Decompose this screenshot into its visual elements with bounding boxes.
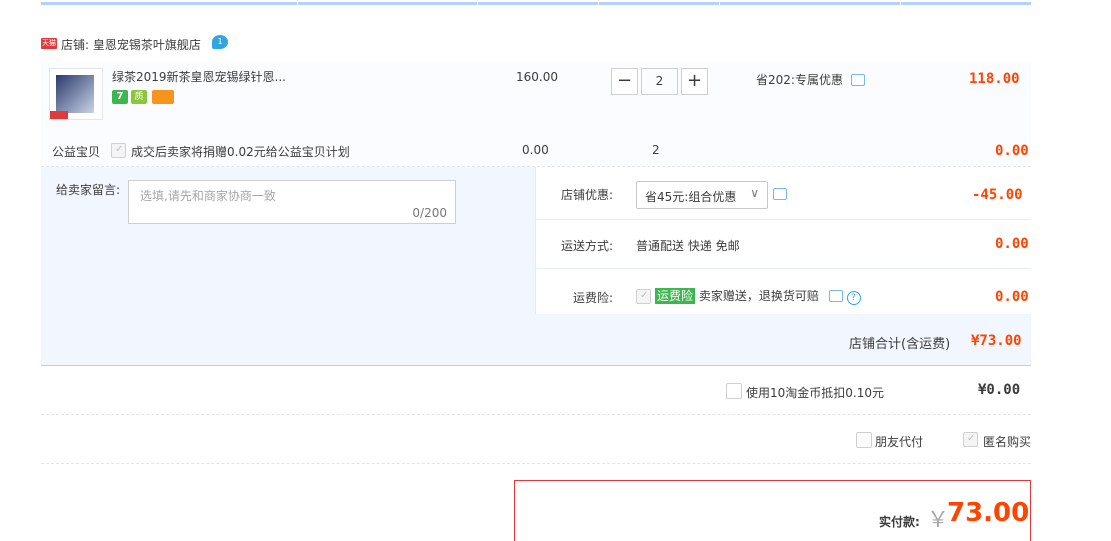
currency-symbol: ￥ [927,508,950,533]
anonymous-label: 匿名购买 [983,435,1032,449]
wangwang-chat-icon[interactable]: 1 [212,35,228,49]
shop-discount-value: 省45元:组合优惠 [645,190,737,204]
product-title-link[interactable]: 绿茶2019新茶皇恩宠锡绿针恩... [112,68,286,85]
anonymous-checkbox[interactable]: ✓ [963,432,978,447]
shipping-value: 普通配送 快递 免邮 [636,239,740,253]
insurance-info: 运费险 卖家赠送，退换货可赔 ? [655,287,861,305]
divider [41,414,1031,416]
charity-quantity: 2 [652,143,660,157]
unit-price: 160.00 [516,70,558,84]
shop-discount-amount: -45.00 [972,187,1023,203]
comment-icon[interactable] [773,188,787,200]
promo-info: 省202:专属优惠 [756,71,865,88]
tmall-icon: 天猫 [41,38,57,49]
shop-name-link[interactable]: 店铺: 皇恩宠锡茶叶旗舰店 [61,36,201,53]
decrease-button[interactable]: − [611,68,638,95]
divider [535,268,1031,269]
credit-card-icon [152,90,174,104]
payment-amount: 73.00 [947,498,1030,528]
certified-icon: 质 [131,90,147,104]
product-thumbnail[interactable] [49,68,103,120]
shipping-label: 运送方式: [561,239,614,253]
shipping-amount: 0.00 [995,236,1029,252]
charity-checkbox[interactable]: ✓ [111,143,126,158]
divider [41,463,1031,465]
charity-label: 公益宝贝 [52,145,101,159]
shop-total-label: 店铺合计(含运费) [849,337,951,352]
quantity-input[interactable]: 2 [641,68,678,95]
shop-header: 天猫 店铺: 皇恩宠锡茶叶旗舰店 1 [41,34,1031,56]
insurance-badge: 运费险 [655,288,696,304]
help-icon[interactable]: ? [846,291,861,305]
quantity-stepper: − 2 + [611,68,708,95]
coins-amount: ¥0.00 [978,382,1021,398]
seven-day-return-icon: 7 [112,90,128,104]
charity-text: 成交后卖家将捐赠0.02元给公益宝贝计划 [131,145,350,159]
insurance-checkbox[interactable]: ✓ [636,289,651,304]
coins-label: 使用10淘金币抵扣0.10元 [746,386,884,400]
message-label: 给卖家留言: [56,183,121,197]
charity-subtotal: 0.00 [995,143,1029,159]
message-placeholder: 选填,请先和商家协商一致 [140,189,276,203]
comment-icon[interactable] [828,290,843,302]
item-subtotal: 118.00 [969,71,1020,87]
increase-button[interactable]: + [681,68,708,95]
friend-pay-checkbox[interactable] [856,432,872,448]
friend-pay-label: 朋友代付 [875,435,924,449]
payment-label: 实付款: [879,515,920,529]
table-header-bar [41,2,1031,5]
char-counter: 0/200 [412,206,447,220]
insurance-label: 运费险: [573,291,614,305]
promo-label: 省202:专属优惠 [756,73,843,87]
insurance-text: 卖家赠送，退换货可赔 [698,289,819,303]
coins-checkbox[interactable] [726,383,742,399]
seller-message-textarea[interactable]: 选填,请先和商家协商一致 0/200 [128,180,456,224]
insurance-amount: 0.00 [995,289,1029,305]
shop-discount-label: 店铺优惠: [561,188,614,202]
comment-icon[interactable] [850,74,865,86]
chevron-down-icon: ∨ [750,186,759,200]
shop-discount-select[interactable]: 省45元:组合优惠 ∨ [636,181,768,209]
charity-price: 0.00 [522,143,549,157]
divider [41,365,1031,366]
shop-total-amount: ¥73.00 [971,333,1022,349]
divider [535,219,1031,220]
